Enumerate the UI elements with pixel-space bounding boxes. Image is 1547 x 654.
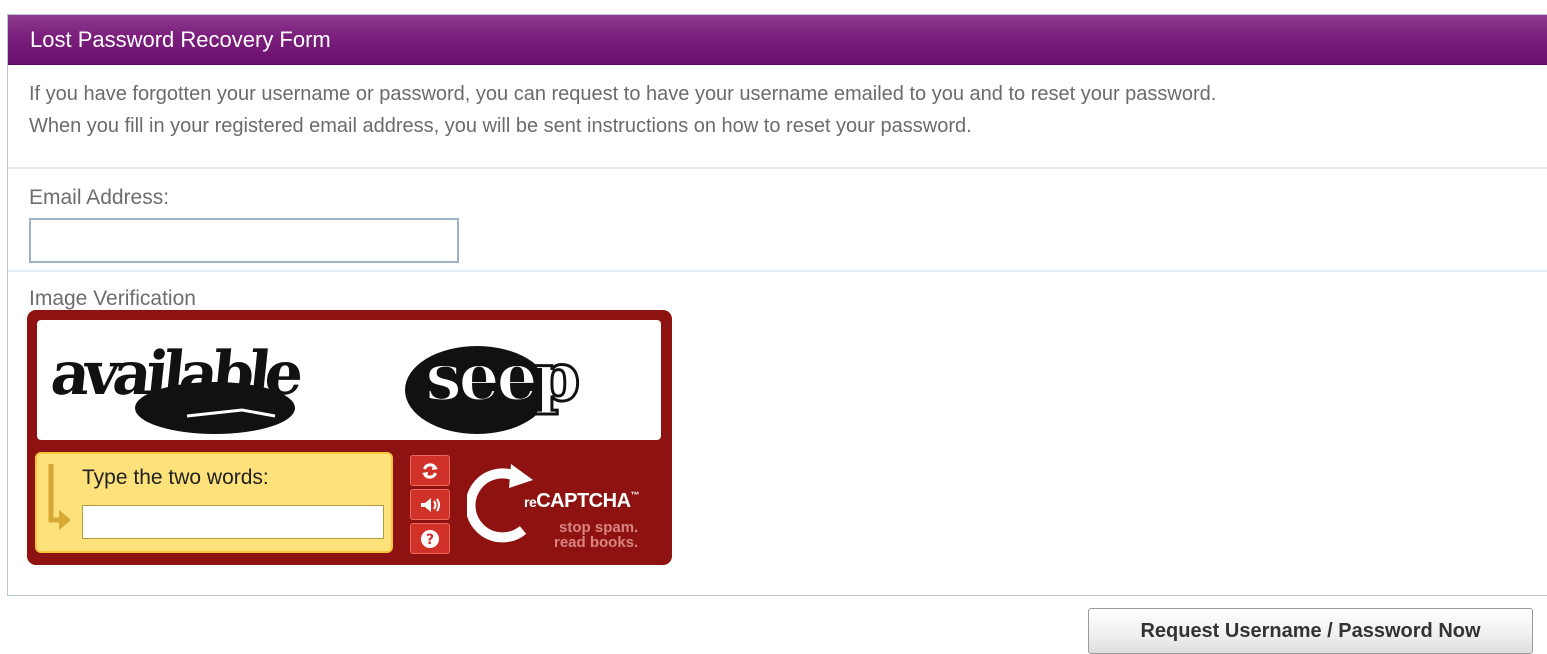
recaptcha-brand-name: CAPTCHA [536, 490, 631, 512]
captcha-words-image: available seep [48, 337, 584, 434]
arrow-down-right-icon [48, 464, 71, 530]
help-icon: ? [421, 529, 439, 548]
recaptcha-brand: reCAPTCHA™ [524, 490, 639, 513]
email-label: Email Address: [29, 186, 170, 209]
form-title: Lost Password Recovery Form [8, 15, 1547, 65]
svg-text:?: ? [426, 532, 434, 548]
captcha-word-2: seep [425, 338, 578, 416]
intro-text: If you have forgotten your username or p… [8, 65, 1547, 169]
captcha-refresh-button[interactable] [410, 455, 450, 486]
intro-line-2: When you fill in your registered email a… [29, 115, 972, 137]
recaptcha-tagline-1: stop spam. [559, 519, 639, 536]
recaptcha-brand-prefix: re [524, 494, 537, 510]
captcha-help-button[interactable]: ? [410, 523, 450, 554]
captcha-challenge-image: available seep [37, 320, 661, 440]
captcha-audio-button[interactable] [410, 489, 450, 520]
recaptcha-tagline-2: read books. [554, 534, 639, 551]
image-verification-row: Image Verification [8, 272, 1547, 314]
email-field-row: Email Address: [8, 169, 1547, 272]
captcha-response-input[interactable] [82, 505, 384, 539]
captcha-prompt: Type the two words: [82, 466, 269, 489]
intro-line-1: If you have forgotten your username or p… [29, 83, 1217, 105]
recaptcha-logo: reCAPTCHA™ stop spam. read books. [467, 460, 667, 560]
captcha-word-1: available [48, 339, 305, 409]
captcha-response-box: Type the two words: [35, 452, 393, 553]
refresh-icon [422, 462, 438, 479]
audio-icon [421, 497, 440, 512]
recaptcha-widget: available seep Type the two words: ? reC… [27, 310, 672, 565]
email-field[interactable] [29, 218, 459, 263]
recaptcha-trademark: ™ [630, 490, 640, 500]
request-username-password-button[interactable]: Request Username / Password Now [1088, 608, 1533, 654]
recaptcha-tagline: stop spam. read books. [554, 520, 638, 550]
